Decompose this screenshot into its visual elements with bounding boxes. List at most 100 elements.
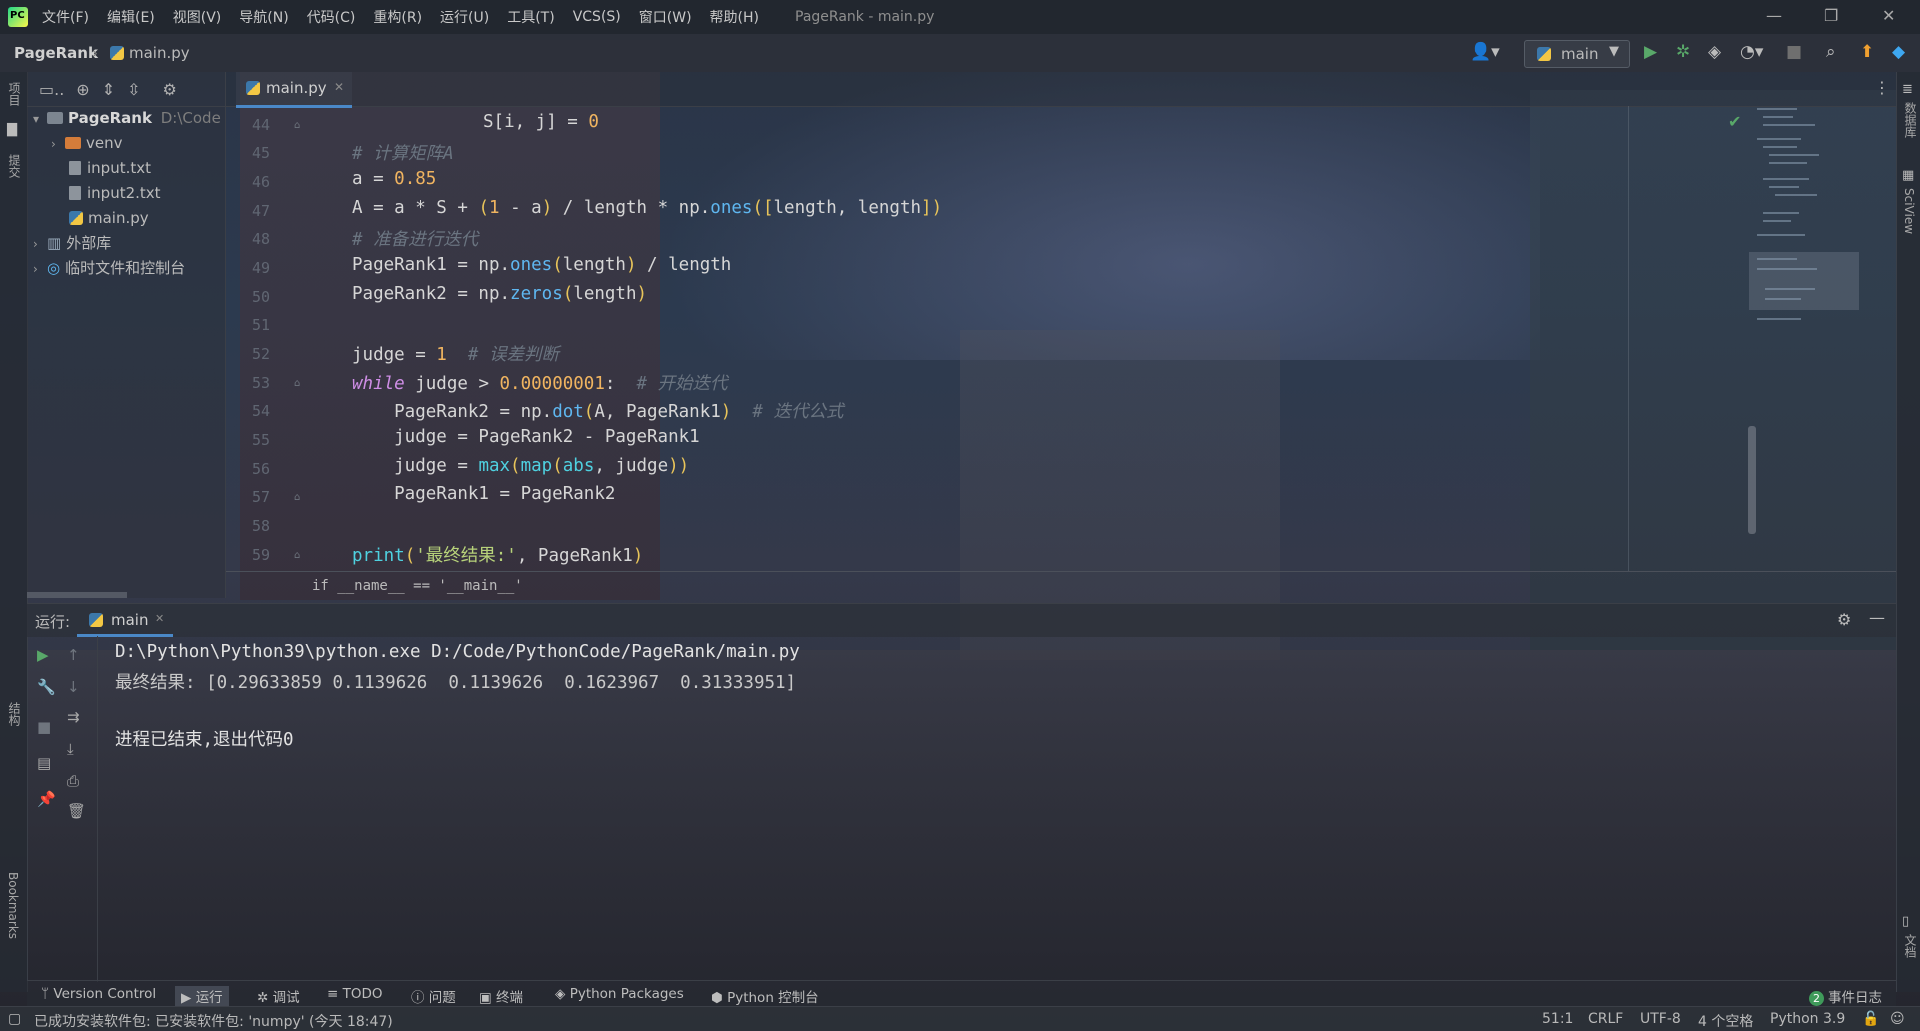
- tree-external-libraries[interactable]: › ▥ 外部库: [33, 231, 111, 256]
- tool-problems[interactable]: ⓘ 问题: [411, 986, 456, 1006]
- expand-all-icon[interactable]: ⇕: [102, 80, 115, 99]
- documentation-tool-label[interactable]: 文档: [1902, 934, 1919, 958]
- tree-scratches[interactable]: › ◎ 临时文件和控制台: [33, 256, 185, 281]
- user-icon[interactable]: 👤▾: [1470, 42, 1500, 62]
- code-editor[interactable]: S[i, j] = 0 # 计算矩阵A a = 0.85 A = a * S +…: [288, 106, 1756, 571]
- code-line-48: # 准备进行迭代: [352, 230, 479, 250]
- menu-help[interactable]: 帮助(H): [710, 7, 759, 27]
- profile-icon[interactable]: ◔▾: [1740, 42, 1763, 62]
- menu-run[interactable]: 运行(U): [440, 7, 489, 27]
- memory-indicator-icon[interactable]: ☺: [1890, 1011, 1905, 1027]
- tree-item-input-txt[interactable]: input.txt: [69, 156, 151, 181]
- scroll-down-icon[interactable]: ↓: [67, 678, 80, 696]
- stop-icon[interactable]: ■: [37, 718, 51, 736]
- rerun-icon[interactable]: ▶: [37, 646, 49, 664]
- coverage-icon[interactable]: ◈: [1708, 42, 1721, 62]
- status-indent[interactable]: 4 个空格: [1698, 1011, 1753, 1031]
- menu-vcs[interactable]: VCS(S): [573, 9, 621, 25]
- menu-navigate[interactable]: 导航(N): [239, 7, 288, 27]
- tree-root[interactable]: ▾ PageRank D:\Code: [33, 106, 221, 131]
- breadcrumb-item[interactable]: if __name__ == '__main__': [312, 578, 523, 594]
- gear-icon[interactable]: ⚙: [1837, 610, 1851, 629]
- menu-refactor[interactable]: 重构(R): [373, 7, 422, 27]
- root-name: PageRank: [68, 109, 152, 127]
- event-log-count-badge: 2: [1809, 991, 1824, 1006]
- tree-item-main-py[interactable]: main.py: [69, 206, 149, 231]
- status-encoding[interactable]: UTF-8: [1640, 1011, 1681, 1027]
- layout-icon[interactable]: ▤: [37, 754, 51, 772]
- horizontal-scrollbar[interactable]: [27, 592, 127, 598]
- run-config-selector[interactable]: main ▼: [1524, 40, 1630, 68]
- hide-panel-icon[interactable]: —: [1869, 608, 1885, 627]
- code-line-52: judge = 1 # 误差判断: [352, 345, 559, 365]
- lock-icon[interactable]: 🔓: [1862, 1011, 1879, 1027]
- close-tab-icon[interactable]: ✕: [334, 80, 344, 94]
- wrench-icon[interactable]: 🔧: [37, 678, 56, 696]
- close-tab-icon[interactable]: ✕: [155, 612, 164, 625]
- jetbrains-icon[interactable]: ◆: [1892, 42, 1905, 62]
- inspection-ok-icon[interactable]: ✔: [1728, 112, 1741, 131]
- pin-icon[interactable]: 📌: [37, 790, 56, 808]
- tool-label: 调试: [272, 990, 300, 1006]
- editor-scrollbar[interactable]: [1748, 426, 1756, 534]
- tool-terminal[interactable]: ▣ 终端: [479, 986, 523, 1006]
- tree-item-input2-txt[interactable]: input2.txt: [69, 181, 161, 206]
- run-tab-main[interactable]: main ✕: [77, 604, 173, 637]
- soft-wrap-icon[interactable]: ⇉: [67, 708, 80, 726]
- status-toggle-icon[interactable]: ▢: [8, 1011, 21, 1027]
- sciview-tool-label[interactable]: SciView: [1902, 188, 1916, 234]
- tool-event-log[interactable]: 2 事件日志: [1809, 986, 1882, 1006]
- project-tool-label[interactable]: 项目: [6, 82, 23, 106]
- structure-tool-label[interactable]: 结构: [6, 702, 23, 726]
- menu-view[interactable]: 视图(V): [173, 7, 222, 27]
- bookmarks-tool-label[interactable]: Bookmarks: [6, 872, 20, 939]
- print-icon[interactable]: ⎙: [67, 772, 79, 790]
- tree-item-venv[interactable]: › venv: [51, 131, 123, 156]
- tool-version-control[interactable]: ᛘ Version Control: [41, 986, 156, 1002]
- run-icon[interactable]: ▶: [1644, 42, 1657, 62]
- status-caret-position[interactable]: 51:1: [1542, 1011, 1573, 1027]
- minimap-viewport[interactable]: [1749, 252, 1859, 310]
- scroll-up-icon[interactable]: ↑: [67, 646, 80, 664]
- status-line-separator[interactable]: CRLF: [1588, 1011, 1623, 1027]
- nav-file[interactable]: main.py: [110, 44, 190, 62]
- menu-window[interactable]: 窗口(W): [639, 7, 692, 27]
- trash-icon[interactable]: 🗑: [67, 802, 86, 820]
- gear-icon[interactable]: ⚙: [163, 80, 177, 99]
- status-message[interactable]: 已成功安装软件包: 已安装软件包: 'numpy' (今天 18:47): [34, 1011, 393, 1031]
- library-icon: ▥: [47, 234, 62, 252]
- menu-code[interactable]: 代码(C): [307, 7, 356, 27]
- code-minimap[interactable]: [1749, 108, 1859, 338]
- more-options-icon[interactable]: ⋮: [1874, 78, 1890, 97]
- update-icon[interactable]: ⬆: [1860, 42, 1874, 62]
- locate-icon[interactable]: ⊕: [76, 80, 89, 99]
- menu-edit[interactable]: 编辑(E): [107, 7, 155, 27]
- commit-tool-label[interactable]: 提交: [6, 154, 23, 178]
- run-console[interactable]: D:\Python\Python39\python.exe D:/Code/Py…: [97, 636, 1887, 982]
- sciview-icon[interactable]: ▦: [1902, 168, 1914, 183]
- documentation-icon[interactable]: ▯: [1902, 914, 1909, 929]
- restore-icon[interactable]: ❐: [1824, 6, 1838, 25]
- tool-python-console[interactable]: ⬢ Python 控制台: [711, 986, 819, 1006]
- debug-icon[interactable]: ✲: [1676, 42, 1690, 62]
- status-interpreter[interactable]: Python 3.9: [1770, 1011, 1845, 1027]
- menu-file[interactable]: 文件(F): [42, 7, 89, 27]
- project-view-selector-icon[interactable]: ▭..: [39, 80, 64, 99]
- menu-tools[interactable]: 工具(T): [507, 7, 554, 27]
- stop-icon[interactable]: ■: [1786, 42, 1802, 62]
- scroll-to-end-icon[interactable]: ⤓: [67, 740, 74, 758]
- project-folder-icon[interactable]: ▇: [7, 122, 17, 137]
- database-icon[interactable]: ≣: [1902, 82, 1913, 97]
- minimize-icon[interactable]: —: [1766, 6, 1782, 25]
- tool-debug[interactable]: ✲ 调试: [257, 986, 300, 1006]
- search-icon[interactable]: ⌕: [1826, 42, 1836, 62]
- database-tool-label[interactable]: 数据库: [1902, 102, 1919, 138]
- tool-todo[interactable]: ≡ TODO: [327, 986, 383, 1002]
- close-icon[interactable]: ✕: [1882, 6, 1895, 25]
- collapse-all-icon[interactable]: ⇳: [127, 80, 140, 99]
- tool-run[interactable]: ▶ 运行: [175, 986, 229, 1006]
- nav-project[interactable]: PageRank: [14, 44, 98, 62]
- run-icon: ▶: [181, 990, 196, 1006]
- tab-main-py[interactable]: main.py ✕: [236, 72, 352, 108]
- tool-python-packages[interactable]: ◈ Python Packages: [555, 986, 684, 1002]
